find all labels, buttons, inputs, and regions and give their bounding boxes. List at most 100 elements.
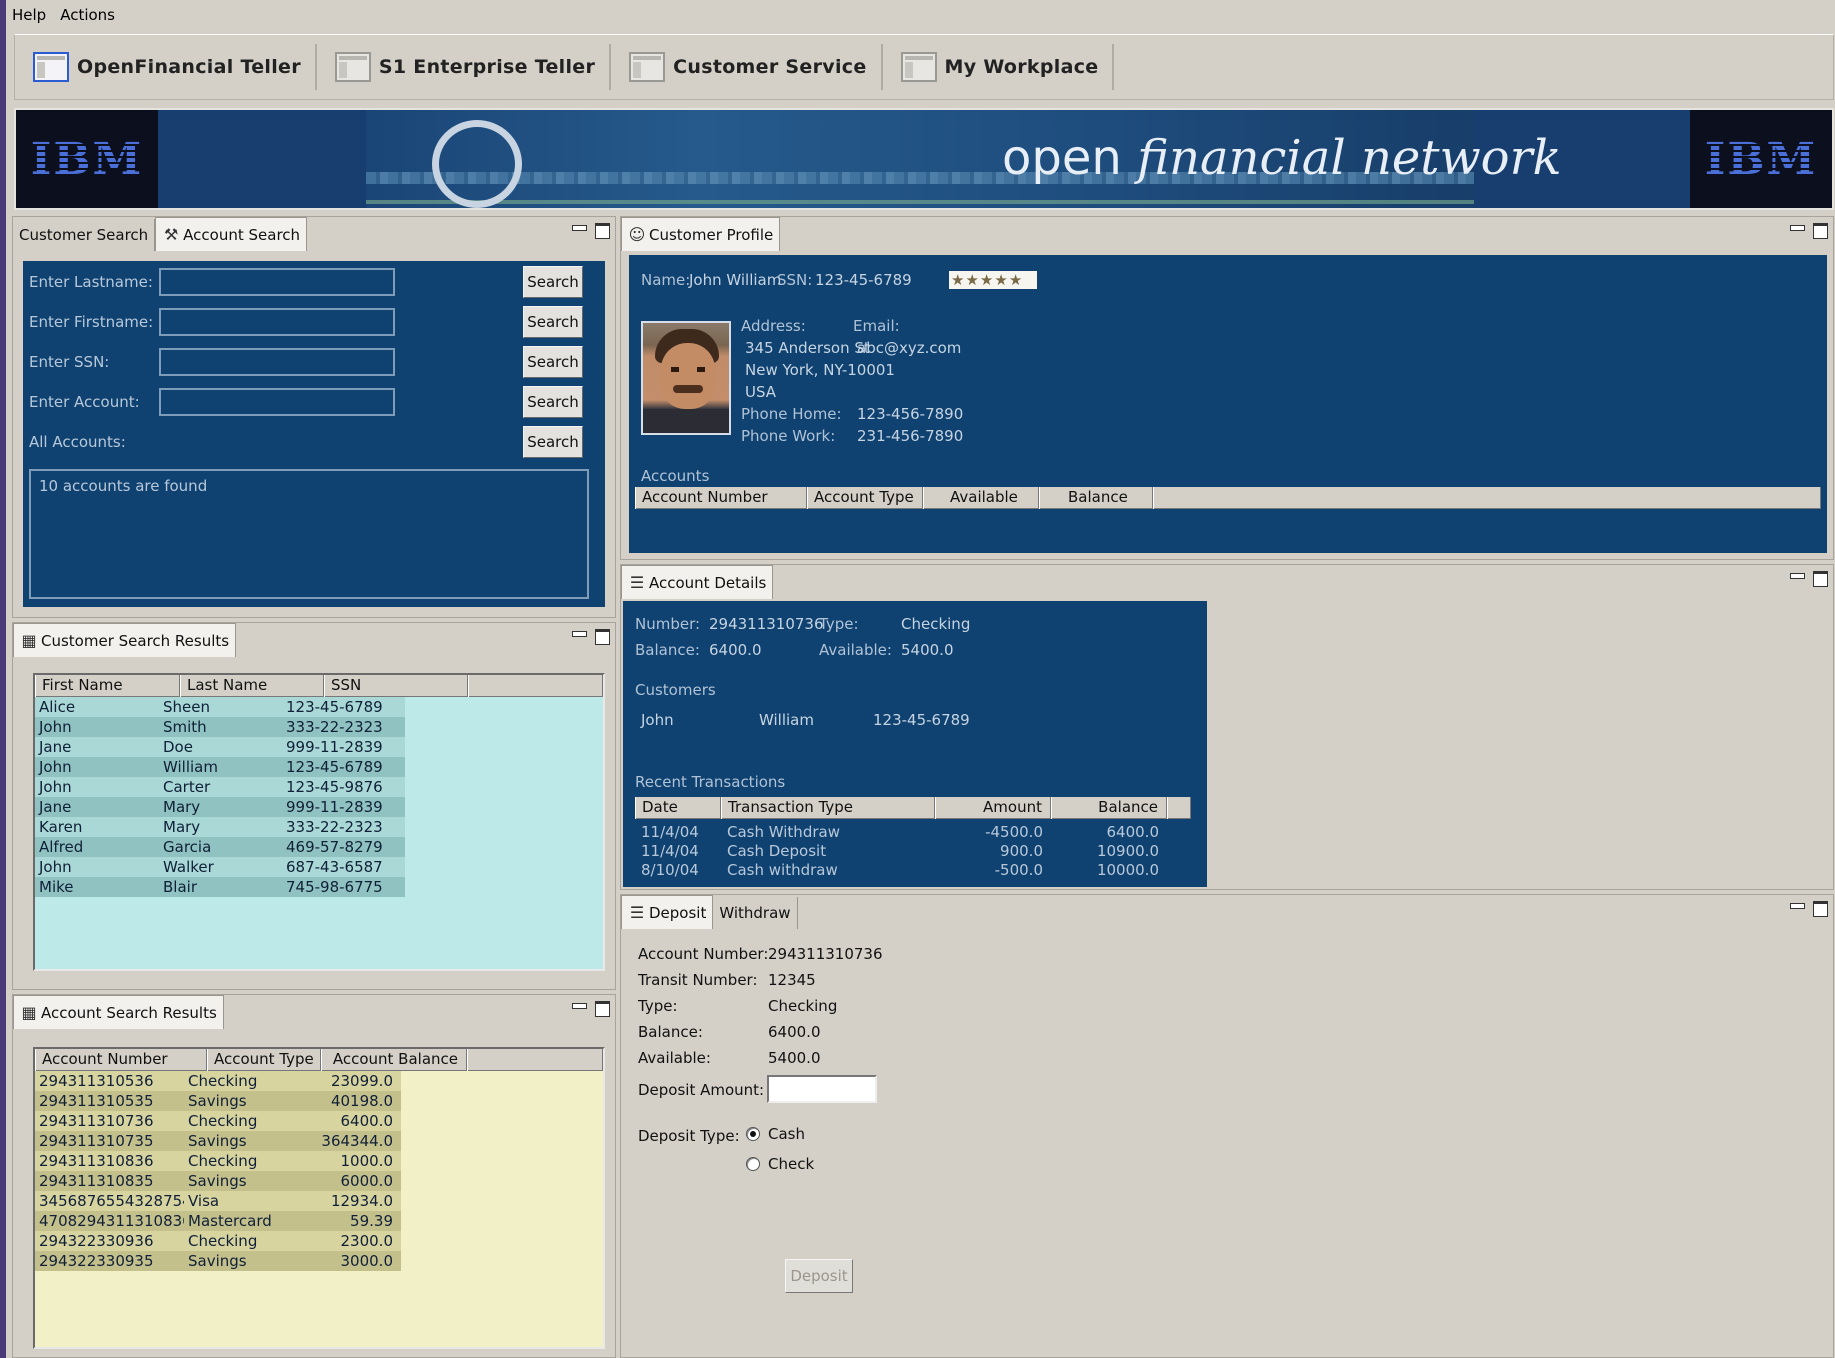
minimize-icon[interactable] (1790, 223, 1805, 235)
table-body: Alice Sheen 123-45-6789 John Smith 333-22-232… (35, 697, 603, 897)
ibm-logo-left: IBM (16, 110, 158, 208)
maximize-icon[interactable] (1813, 223, 1828, 239)
column-tx-balance[interactable]: Balance (1051, 797, 1167, 819)
transaction-row[interactable]: 8/10/04 Cash withdraw -500.0 10000.0 (635, 861, 1191, 880)
column-account-number[interactable]: Account Number (635, 487, 807, 509)
table-row[interactable]: 294311310835 Savings 6000.0 (35, 1171, 401, 1191)
maximize-icon[interactable] (595, 223, 610, 239)
column-account-number[interactable]: Account Number (35, 1049, 207, 1071)
balance-value: 6400.0 (709, 641, 762, 659)
cash-option-label[interactable]: Cash (768, 1125, 805, 1143)
perspective-openfinancial-teller[interactable]: OpenFinancial Teller (27, 44, 317, 90)
tab-customer-search-results[interactable]: ▦ Customer Search Results (13, 623, 237, 657)
column-account-type[interactable]: Account Type (807, 487, 923, 509)
transaction-row[interactable]: 11/4/04 Cash Deposit 900.0 10900.0 (635, 842, 1191, 861)
column-ssn[interactable]: SSN (324, 675, 468, 697)
star-icon: ★ (965, 271, 979, 289)
perspective-customer-service[interactable]: Customer Service (623, 44, 883, 90)
table-row[interactable]: 294322330936 Checking 2300.0 (35, 1231, 401, 1251)
maximize-icon[interactable] (595, 629, 610, 645)
column-account-balance[interactable]: Account Balance (321, 1049, 467, 1071)
tab-account-search[interactable]: ⚒ Account Search (155, 217, 308, 251)
column-amount[interactable]: Amount (935, 797, 1051, 819)
table-row[interactable]: Alice Sheen 123-45-6789 (35, 697, 405, 717)
table-cell: Checking (188, 1112, 258, 1130)
minimize-icon[interactable] (1790, 571, 1805, 583)
table-row[interactable]: Jane Doe 999-11-2839 (35, 737, 405, 757)
minimize-icon[interactable] (572, 223, 587, 235)
minimize-icon[interactable] (1790, 901, 1805, 913)
account-type-value: Checking (901, 615, 971, 633)
maximize-icon[interactable] (595, 1001, 610, 1017)
table-row[interactable]: Mike Blair 745-98-6775 (35, 877, 405, 897)
column-account-type[interactable]: Account Type (207, 1049, 321, 1071)
search-firstname-button[interactable]: Search (523, 306, 583, 338)
table-cell: Savings (188, 1132, 247, 1150)
tab-deposit[interactable]: ☰ Deposit (621, 895, 714, 929)
account-row: Enter Account: (29, 387, 395, 417)
ssn-input[interactable] (159, 348, 395, 376)
table-cell: 364344.0 (321, 1132, 393, 1150)
cash-radio[interactable] (746, 1127, 760, 1141)
table-header: Account Number Account Type Available Ba… (635, 487, 1821, 509)
table-row[interactable]: Karen Mary 333-22-2323 (35, 817, 405, 837)
maximize-icon[interactable] (1813, 901, 1828, 917)
tab-account-search-results[interactable]: ▦ Account Search Results (13, 995, 224, 1029)
deposit-amount-input[interactable] (767, 1075, 877, 1103)
table-row[interactable]: 294311310836 Checking 1000.0 (35, 1151, 401, 1171)
firstname-input[interactable] (159, 308, 395, 336)
table-row[interactable]: 3456876554328754 Visa 12934.0 (35, 1191, 401, 1211)
table-row[interactable]: Jane Mary 999-11-2839 (35, 797, 405, 817)
search-account-button[interactable]: Search (523, 386, 583, 418)
perspective-my-workplace[interactable]: My Workplace (895, 44, 1115, 90)
address-label: Address: (741, 317, 806, 335)
table-cell: 123-45-6789 (286, 698, 383, 716)
deposit-button[interactable]: Deposit (785, 1259, 853, 1293)
column-transaction-type[interactable]: Transaction Type (721, 797, 935, 819)
table-row[interactable]: Alfred Garcia 469-57-8279 (35, 837, 405, 857)
table-row[interactable]: John Carter 123-45-9876 (35, 777, 405, 797)
maximize-icon[interactable] (1813, 571, 1828, 587)
column-date[interactable]: Date (635, 797, 721, 819)
tab-withdraw[interactable]: Withdraw (713, 897, 798, 929)
table-row[interactable]: 294311310535 Savings 40198.0 (35, 1091, 401, 1111)
menu-help[interactable]: Help (12, 6, 46, 24)
table-row[interactable]: 294322330935 Savings 3000.0 (35, 1251, 401, 1271)
ring-graphic (432, 120, 522, 208)
minimize-icon[interactable] (572, 1001, 587, 1013)
check-radio[interactable] (746, 1157, 760, 1171)
lastname-input[interactable] (159, 268, 395, 296)
column-last-name[interactable]: Last Name (180, 675, 324, 697)
search-all-accounts-button[interactable]: Search (523, 426, 583, 458)
search-ssn-button[interactable]: Search (523, 346, 583, 378)
view-controls (563, 223, 610, 239)
perspective-s1-enterprise-teller[interactable]: S1 Enterprise Teller (329, 44, 612, 90)
table-icon: ▦ (21, 1002, 37, 1022)
document-icon: ☰ (629, 572, 645, 592)
tab-account-details[interactable]: ☰ Account Details (621, 565, 774, 599)
account-input[interactable] (159, 388, 395, 416)
column-balance[interactable]: Balance (1039, 487, 1153, 509)
table-row[interactable]: John Walker 687-43-6587 (35, 857, 405, 877)
table-row[interactable]: John Smith 333-22-2323 (35, 717, 405, 737)
minimize-icon[interactable] (572, 629, 587, 641)
table-row[interactable]: 294311310735 Savings 364344.0 (35, 1131, 401, 1151)
perspective-bar: OpenFinancial Teller S1 Enterprise Telle… (14, 34, 1834, 100)
tab-customer-profile[interactable]: ☺ Customer Profile (621, 217, 781, 251)
customer-search-results-view: ▦ Customer Search Results First Name Las… (12, 622, 616, 990)
transaction-row[interactable]: 11/4/04 Cash Withdraw -4500.0 6400.0 (635, 823, 1191, 842)
table-row[interactable]: 4708294311310836 Mastercard 59.39 (35, 1211, 401, 1231)
account-search-form: Enter Lastname: Enter Firstname: Enter S… (23, 261, 605, 607)
tab-customer-search[interactable]: Customer Search (13, 219, 156, 251)
customer-results-table: First Name Last Name SSN Alice Sheen 123-4… (33, 673, 605, 971)
search-lastname-button[interactable]: Search (523, 266, 583, 298)
column-available[interactable]: Available (923, 487, 1039, 509)
check-option-label[interactable]: Check (768, 1155, 814, 1173)
transaction-cell: Cash Withdraw (727, 823, 840, 841)
menu-actions[interactable]: Actions (60, 6, 115, 24)
table-row[interactable]: 294311310536 Checking 23099.0 (35, 1071, 401, 1091)
column-first-name[interactable]: First Name (35, 675, 180, 697)
table-row[interactable]: 294311310736 Checking 6400.0 (35, 1111, 401, 1131)
transaction-cell: -4500.0 (985, 823, 1043, 841)
table-row[interactable]: John William 123-45-6789 (35, 757, 405, 777)
